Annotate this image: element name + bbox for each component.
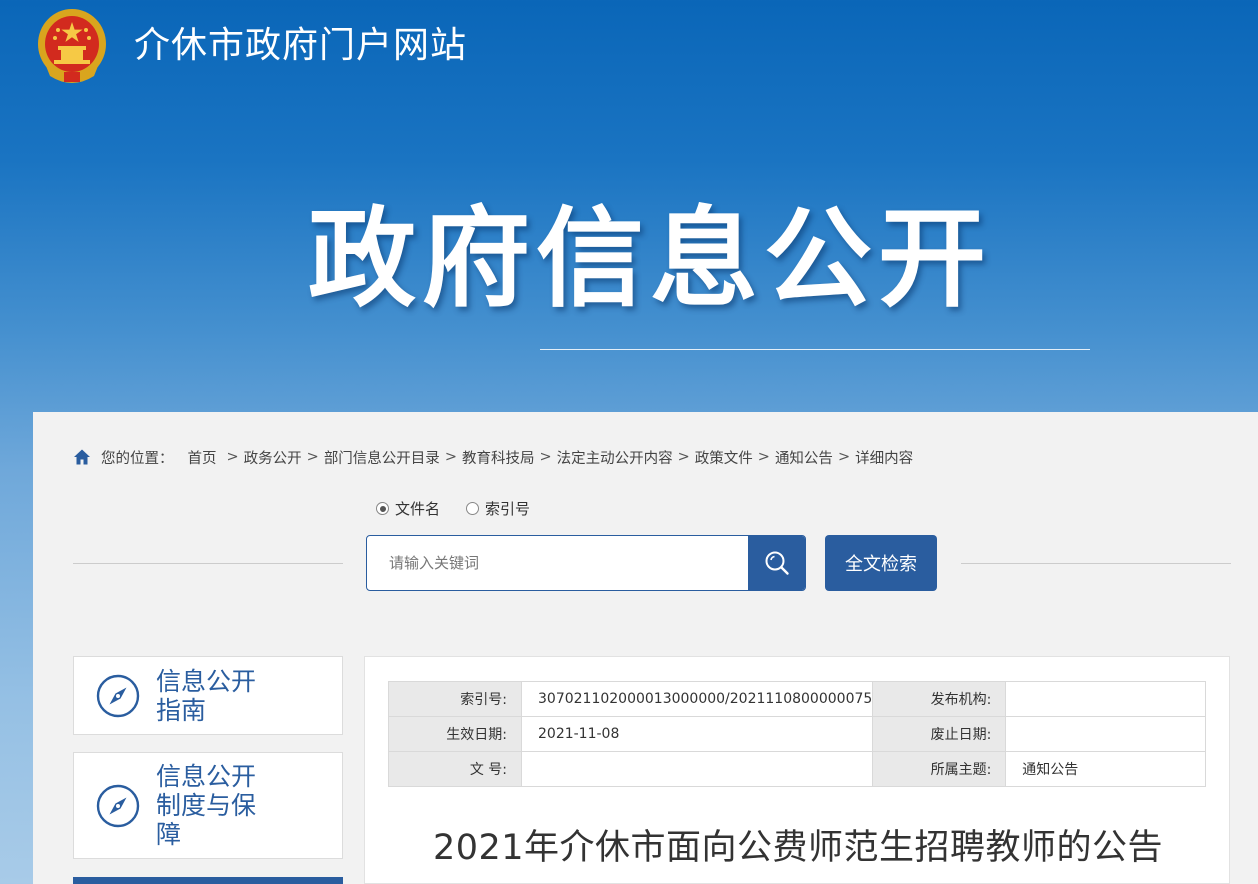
breadcrumb-item-detail: 详细内容 xyxy=(855,450,914,467)
breadcrumb-separator: > xyxy=(837,449,851,465)
breadcrumb-item-policy[interactable]: 政策文件 xyxy=(695,447,753,468)
sidebar-item-system[interactable]: 信息公开制度与保障 xyxy=(73,752,343,859)
meta-key: 生效日期: xyxy=(388,716,522,752)
document-content: 索引号: 307021102000013000000/2021110800000… xyxy=(364,656,1230,884)
meta-key: 发布机构: xyxy=(872,681,1007,717)
breadcrumb-separator: > xyxy=(444,449,457,465)
radio-filename[interactable]: 文件名 xyxy=(376,498,440,519)
search-type-radio-group: 文件名 索引号 xyxy=(376,498,556,519)
breadcrumb-label: 您的位置： xyxy=(101,450,174,467)
meta-key: 所属主题: xyxy=(872,751,1007,787)
national-emblem-icon[interactable] xyxy=(34,6,110,84)
breadcrumb-separator: > xyxy=(226,449,239,465)
meta-value xyxy=(1005,681,1206,717)
table-row xyxy=(388,786,1206,820)
table-row: 生效日期: 2021-11-08 废止日期: xyxy=(388,716,1206,752)
breadcrumb-separator: > xyxy=(306,449,319,465)
radio-filename-label: 文件名 xyxy=(395,500,441,518)
breadcrumb-item-statutory[interactable]: 法定主动公开内容 xyxy=(557,447,673,468)
site-title[interactable]: 介休市政府门户网站 xyxy=(134,16,467,68)
breadcrumb-item-education[interactable]: 教育科技局 xyxy=(462,447,535,468)
banner-divider xyxy=(540,349,1090,350)
site-header: 介休市政府门户网站 xyxy=(0,0,1258,90)
breadcrumb-item-directory[interactable]: 部门信息公开目录 xyxy=(324,447,440,468)
fulltext-search-button[interactable]: 全文检索 xyxy=(825,535,937,591)
sidebar-item-label: 信息公开制度与保障 xyxy=(156,762,257,849)
radio-index-number-label: 索引号 xyxy=(485,500,531,518)
compass-icon xyxy=(96,674,140,717)
breadcrumb-separator: > xyxy=(757,449,770,465)
table-row: 文 号: 所属主题: 通知公告 xyxy=(388,751,1206,787)
radio-filename-circle[interactable] xyxy=(376,502,389,515)
meta-value: 2021-11-08 xyxy=(520,716,874,752)
meta-value: 通知公告 xyxy=(1005,751,1206,787)
search-box xyxy=(366,535,806,591)
meta-key: 废止日期: xyxy=(872,716,1007,752)
breadcrumb: 您的位置： 首页 > 政务公开 > 部门信息公开目录 > 教育科技局 > 法定主… xyxy=(73,446,913,468)
meta-value xyxy=(520,751,874,787)
meta-key: 索引号: xyxy=(388,681,522,717)
meta-value: 307021102000013000000/2021110800000075 xyxy=(520,681,874,717)
search-input[interactable] xyxy=(367,536,749,590)
breadcrumb-item-notices[interactable]: 通知公告 xyxy=(775,447,833,468)
breadcrumb-item-affairs[interactable]: 政务公开 xyxy=(244,447,302,468)
search-divider-left xyxy=(73,563,343,564)
meta-key: 文 号: xyxy=(388,751,522,787)
sidebar-item-label: 信息公开指南 xyxy=(156,666,257,725)
radio-index-number-circle[interactable] xyxy=(466,502,480,515)
search-icon xyxy=(765,551,789,575)
sidebar-item-guide[interactable]: 信息公开指南 xyxy=(73,656,343,735)
breadcrumb-separator: > xyxy=(539,449,552,465)
sidebar-item-active[interactable] xyxy=(73,877,343,884)
compass-icon xyxy=(96,784,140,827)
breadcrumb-item-home[interactable]: 首页 xyxy=(188,447,217,468)
search-divider-right xyxy=(961,563,1231,564)
home-icon xyxy=(74,449,90,465)
document-title: 2021年介休市面向公费师范生招聘教师的公告 xyxy=(432,828,1164,868)
banner-title: 政府信息公开 xyxy=(307,197,992,322)
radio-index-number[interactable]: 索引号 xyxy=(466,498,530,519)
meta-value xyxy=(1005,716,1206,752)
breadcrumb-separator: > xyxy=(677,449,690,465)
main-panel: 您的位置： 首页 > 政务公开 > 部门信息公开目录 > 教育科技局 > 法定主… xyxy=(33,412,1258,884)
document-meta-table: 索引号: 307021102000013000000/2021110800000… xyxy=(388,681,1206,820)
meta-spacer xyxy=(388,786,1206,820)
table-row: 索引号: 307021102000013000000/2021110800000… xyxy=(388,681,1206,717)
search-button[interactable] xyxy=(748,536,805,590)
